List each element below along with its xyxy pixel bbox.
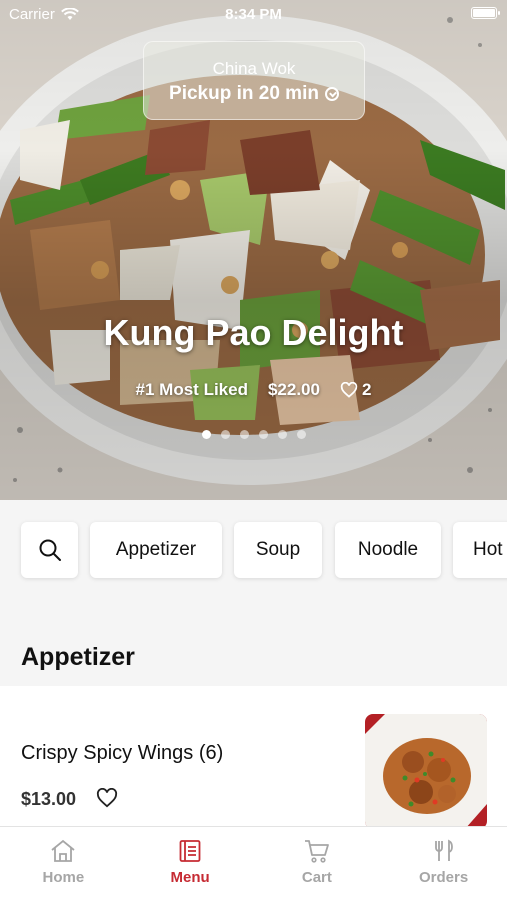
tab-orders[interactable]: Orders: [380, 827, 507, 900]
tab-label: Home: [42, 869, 85, 886]
most-liked-badge: #1 Most Liked: [135, 380, 248, 399]
likes-count[interactable]: 2: [340, 380, 371, 400]
list-item[interactable]: Crispy Spicy Wings (6) $13.00: [0, 686, 507, 826]
page-dot[interactable]: [220, 430, 230, 439]
section-title: Appetizer: [21, 643, 135, 671]
tab-cart[interactable]: Cart: [254, 827, 381, 900]
page-dot[interactable]: [277, 430, 287, 439]
search-button[interactable]: [21, 522, 78, 578]
category-chip-appetizer[interactable]: Appetizer: [90, 522, 222, 578]
item-price: $13.00: [21, 789, 77, 809]
battery-icon: [471, 7, 500, 19]
heart-icon: [340, 382, 358, 398]
orders-icon: [434, 839, 453, 861]
clock-time: 8:34 PM: [225, 6, 282, 23]
featured-dish-title: Kung Pao Delight: [103, 312, 404, 353]
page-dot[interactable]: [239, 430, 249, 439]
tab-label: Cart: [301, 869, 332, 886]
page-dot[interactable]: [258, 430, 268, 439]
carousel-page-indicator[interactable]: [0, 430, 507, 439]
featured-dish-price: $22.00: [267, 380, 320, 399]
tab-bar[interactable]: Home Menu Cart Orders: [0, 826, 507, 900]
category-chip-soup[interactable]: Soup: [234, 522, 322, 578]
store-name: China Wok: [212, 59, 296, 78]
tab-home[interactable]: Home: [0, 827, 127, 900]
cart-icon: [304, 840, 329, 863]
item-name: Crispy Spicy Wings (6): [21, 742, 224, 764]
chevron-circle-icon: [324, 87, 339, 101]
category-bar[interactable]: Appetizer Soup Noodle Hot: [0, 500, 507, 610]
home-icon: [51, 839, 75, 862]
hero-banner[interactable]: Carrier 8:34 PM China Wok Pickup in 20 m…: [0, 0, 507, 500]
category-chip-hot[interactable]: Hot: [453, 522, 507, 578]
tab-label: Menu: [170, 869, 210, 886]
page-dot[interactable]: [296, 430, 306, 439]
pickup-time-label: Pickup in 20 min: [169, 83, 319, 104]
page-dot[interactable]: [201, 430, 211, 439]
heart-icon[interactable]: [96, 788, 118, 808]
tab-label: Orders: [419, 869, 469, 886]
menu-icon: [179, 840, 201, 862]
category-chip-noodle[interactable]: Noodle: [335, 522, 441, 578]
tab-menu[interactable]: Menu: [127, 827, 254, 900]
status-bar: Carrier 8:34 PM: [0, 0, 507, 28]
item-thumbnail: [365, 714, 487, 826]
store-pickup-selector[interactable]: China Wok Pickup in 20 min: [143, 41, 365, 120]
search-icon: [39, 539, 61, 561]
pickup-time: Pickup in 20 min: [144, 83, 364, 105]
featured-dish-meta: #1 Most Liked $22.00 2: [0, 380, 507, 400]
likes-value: 2: [361, 380, 372, 399]
